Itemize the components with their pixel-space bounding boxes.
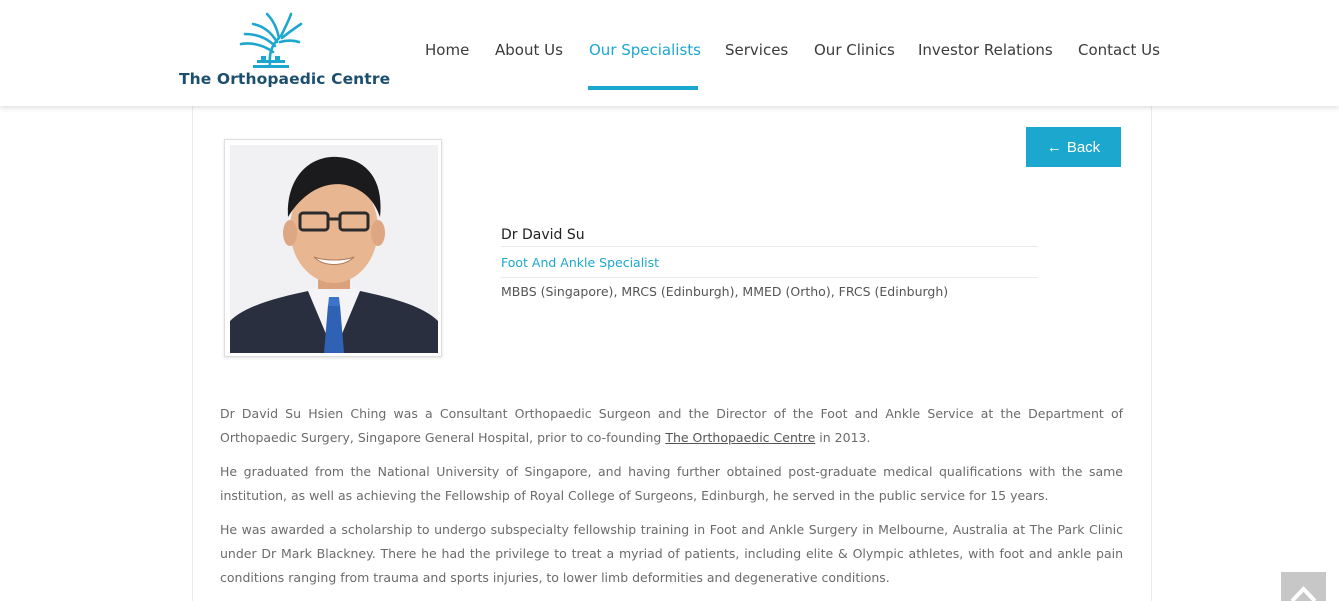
nav-item-about-us[interactable]: About Us xyxy=(495,41,563,59)
doctor-biography: Dr David Su Hsien Ching was a Consultant… xyxy=(220,402,1123,600)
nav-item-investor-relations[interactable]: Investor Relations xyxy=(918,41,1053,59)
bio-paragraph-1: Dr David Su Hsien Ching was a Consultant… xyxy=(220,402,1123,450)
nav-item-home[interactable]: Home xyxy=(425,41,469,59)
scroll-to-top-button[interactable] xyxy=(1281,572,1326,601)
back-button[interactable]: ← Back xyxy=(1026,127,1121,167)
doctor-name: Dr David Su xyxy=(501,225,1038,247)
chevron-up-icon xyxy=(1290,586,1317,601)
orthopaedic-centre-link[interactable]: The Orthopaedic Centre xyxy=(665,430,815,445)
back-button-label: Back xyxy=(1066,138,1101,156)
main-nav: Home About Us Our Specialists Services O… xyxy=(0,0,1339,106)
bio-paragraph-2: He graduated from the National Universit… xyxy=(220,464,1123,503)
doctor-photo xyxy=(224,139,442,357)
bio-p1-text-after: in 2013. xyxy=(815,430,871,445)
nav-item-our-specialists[interactable]: Our Specialists xyxy=(589,41,701,59)
nav-item-our-clinics[interactable]: Our Clinics xyxy=(814,41,895,59)
bio-paragraph-3: He was awarded a scholarship to undergo … xyxy=(220,522,1123,585)
back-arrow-icon: ← xyxy=(1046,138,1062,156)
nav-item-contact-us[interactable]: Contact Us xyxy=(1078,41,1160,59)
doctor-profile: Dr David Su Foot And Ankle Specialist MB… xyxy=(501,225,1038,306)
active-nav-indicator xyxy=(588,86,698,90)
doctor-portrait-image xyxy=(230,145,438,353)
doctor-specialty: Foot And Ankle Specialist xyxy=(501,247,1038,278)
nav-item-services[interactable]: Services xyxy=(725,41,788,59)
site-header: The Orthopaedic Centre Home About Us Our… xyxy=(0,0,1339,106)
doctor-qualifications: MBBS (Singapore), MRCS (Edinburgh), MMED… xyxy=(501,284,949,299)
